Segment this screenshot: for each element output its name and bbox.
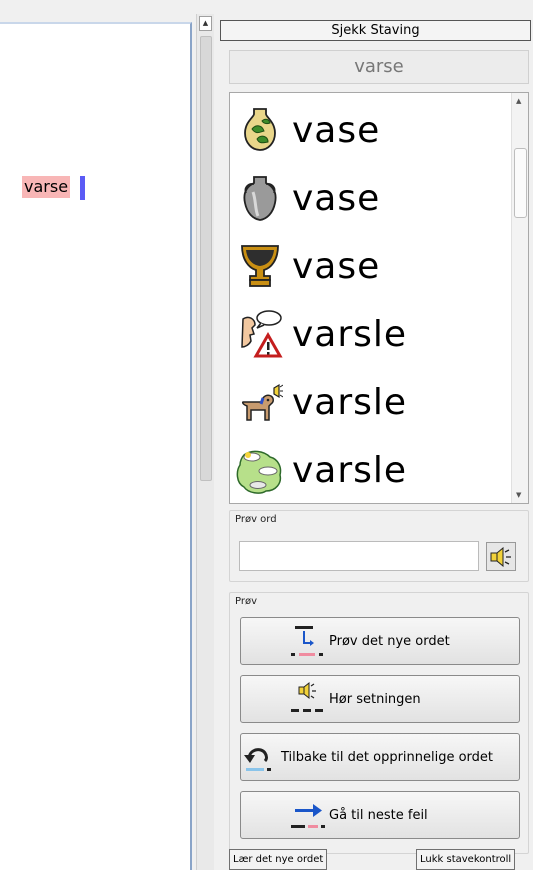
suggestion-scrollbar[interactable]: ▲ ▼ [511,93,528,503]
try-group-label: Prøv [235,596,258,607]
suggestion-item[interactable]: vase [236,165,511,231]
scroll-up-icon[interactable]: ▲ [516,97,521,105]
weather-map-icon [236,444,284,496]
speaker-sentence-icon [291,681,325,717]
revert-original-button[interactable]: Tilbake til det opprinnelige ordet [240,733,520,781]
scrollbar-thumb[interactable] [514,148,527,218]
text-caret [80,176,85,200]
button-label: Prøv det nye ordet [329,633,450,649]
scrollbar-thumb[interactable] [200,36,212,481]
suggestion-item[interactable]: varsle [236,301,511,367]
current-word: varse [229,50,529,84]
panel-title: Sjekk Staving [220,20,531,41]
suggestion-list[interactable]: vase vase vase varsle varsle varsle ▲ ▼ [229,92,529,504]
try-word-input[interactable] [239,541,479,571]
speak-word-button[interactable] [486,542,516,571]
next-error-icon [291,797,325,833]
suggestion-label: vase [292,177,381,219]
next-error-button[interactable]: Gå til neste feil [240,791,520,839]
close-spellcheck-button[interactable]: Lukk stavekontroll [416,849,516,870]
trophy-urn-icon [236,240,284,292]
button-label: Gå til neste feil [329,807,428,823]
suggestion-item[interactable]: vase [236,233,511,299]
scroll-up-icon[interactable]: ▲ [199,16,212,31]
speaker-icon [490,546,511,567]
document-pane[interactable]: varse [0,22,192,870]
green-vase-icon [236,104,284,156]
learn-word-button[interactable]: Lær det nye ordet [229,849,328,870]
suggestion-label: varsle [292,449,408,491]
suggestion-label: varsle [292,381,408,423]
undo-icon [243,739,277,775]
try-word-label: Prøv ord [235,514,277,525]
warn-speech-icon [236,308,284,360]
barking-dog-icon [236,376,284,428]
document-scrollbar[interactable]: ▲ [196,14,214,870]
try-word-group: Prøv ord [229,510,529,582]
try-new-word-button[interactable]: Prøv det nye ordet [240,617,520,665]
suggestion-item[interactable]: varsle [236,369,511,435]
suggestion-label: varsle [292,313,408,355]
grey-amphora-icon [236,172,284,224]
button-label: Tilbake til det opprinnelige ordet [281,749,494,765]
scroll-down-icon[interactable]: ▼ [516,491,521,499]
button-label: Hør setningen [329,691,421,707]
suggestion-item[interactable]: vase [236,97,511,163]
spellcheck-panel: Sjekk Staving varse vase vase vase varsl… [220,14,533,870]
try-group: Prøv Prøv det nye ordet Hør setningen Ti… [229,592,529,854]
misspelled-word[interactable]: varse [22,176,71,198]
suggestion-label: vase [292,245,381,287]
suggestion-label: vase [292,109,381,151]
hear-sentence-button[interactable]: Hør setningen [240,675,520,723]
suggestion-item[interactable]: varsle [236,437,511,503]
replace-word-icon [291,623,325,659]
